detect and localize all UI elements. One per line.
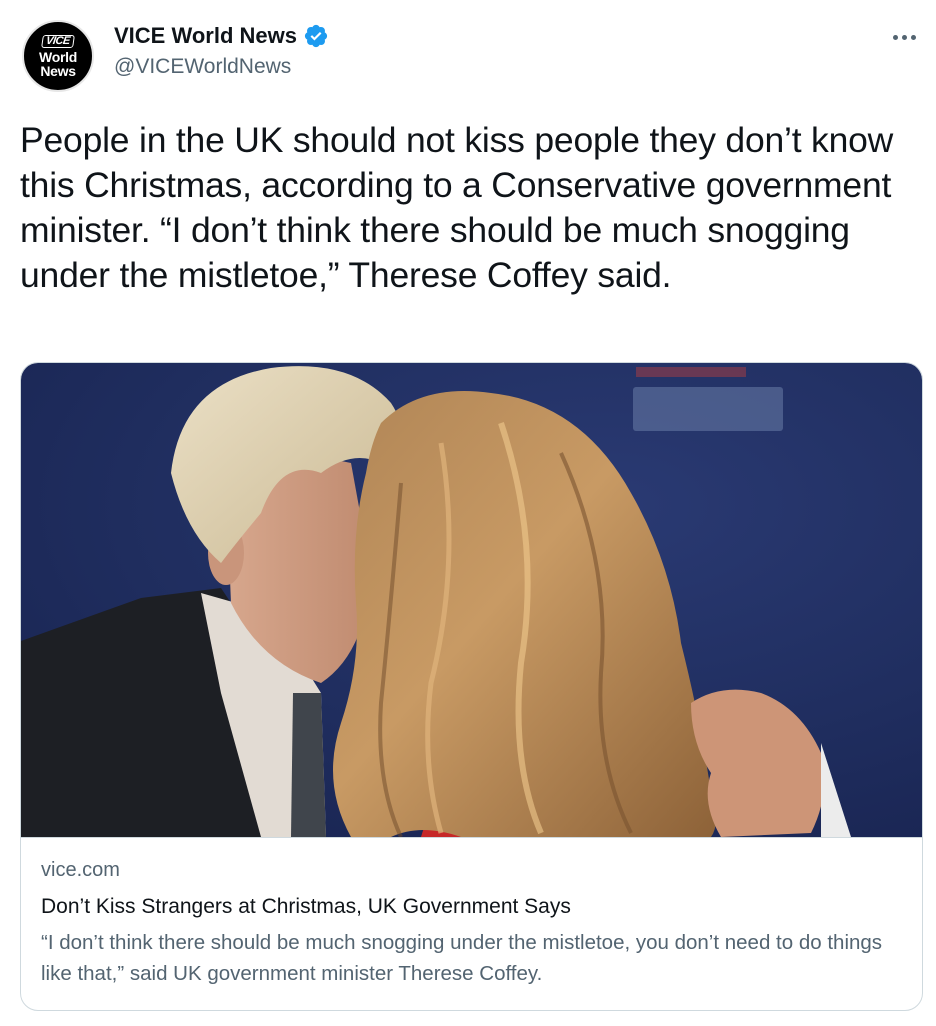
verified-badge-icon	[303, 23, 329, 49]
avatar-logo-world: World	[39, 48, 77, 65]
avatar[interactable]: VICE World News	[22, 20, 94, 92]
author-name[interactable]: VICE World News	[114, 23, 297, 49]
tweet-text: People in the UK should not kiss people …	[20, 120, 894, 295]
author-name-row: VICE World News	[114, 22, 329, 50]
card-photo	[21, 363, 922, 837]
more-dot	[910, 34, 916, 40]
card-image[interactable]	[21, 363, 922, 838]
card-title: Don’t Kiss Strangers at Christmas, UK Go…	[41, 895, 571, 918]
author-handle[interactable]: @VICEWorldNews	[114, 55, 291, 79]
more-options-icon[interactable]	[884, 22, 924, 52]
more-dot	[892, 34, 898, 40]
avatar-logo-news: News	[40, 62, 76, 79]
avatar-logo-vice: VICE	[41, 34, 75, 48]
link-card[interactable]: vice.com Don’t Kiss Strangers at Christm…	[20, 362, 923, 1011]
tweet: VICE World News VICE World News @VICEWor…	[0, 0, 936, 1026]
card-description: “I don’t think there should be much snog…	[41, 931, 883, 985]
more-dot	[901, 34, 907, 40]
card-domain: vice.com	[41, 859, 120, 881]
